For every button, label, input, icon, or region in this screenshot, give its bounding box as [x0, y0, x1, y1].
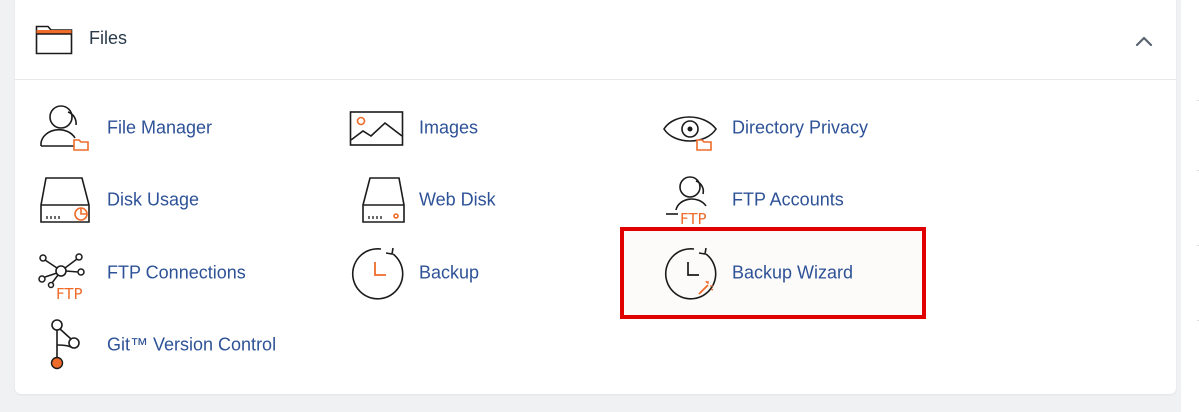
- git-branch-icon: [50, 319, 80, 370]
- item-label: Directory Privacy: [732, 117, 869, 138]
- ftp-user-icon: FTP: [666, 176, 707, 228]
- web-disk-icon: [362, 177, 405, 223]
- folder-icon: [35, 25, 73, 55]
- files-section-header[interactable]: Files: [15, 0, 1176, 80]
- item-label: FTP Accounts: [732, 189, 844, 210]
- files-panel: Files File Manager Images Directory Priv…: [15, 0, 1176, 394]
- item-label: Web Disk: [419, 189, 496, 210]
- item-label: Backup Wizard: [732, 262, 854, 283]
- ftp-text: FTP: [680, 210, 707, 228]
- eye-folder-icon: [663, 116, 717, 151]
- item-label: Git™ Version Control: [107, 334, 277, 355]
- disk-usage-icon: [40, 177, 90, 223]
- item-label: File Manager: [107, 117, 213, 138]
- chevron-up-icon[interactable]: [1134, 34, 1154, 48]
- backup-clock-icon: [351, 247, 404, 300]
- item-label: Images: [419, 117, 479, 138]
- user-folder-icon: [40, 105, 89, 151]
- adjacent-panel-edge: [1181, 0, 1199, 412]
- item-label: Backup: [419, 262, 480, 283]
- backup-wizard-icon: [664, 247, 717, 300]
- section-title: Files: [89, 28, 128, 48]
- ftp-network-icon: FTP: [38, 253, 85, 303]
- image-icon: [349, 111, 404, 146]
- item-label: FTP Connections: [107, 262, 246, 283]
- item-label: Disk Usage: [107, 189, 200, 210]
- ftp-text: FTP: [56, 285, 83, 303]
